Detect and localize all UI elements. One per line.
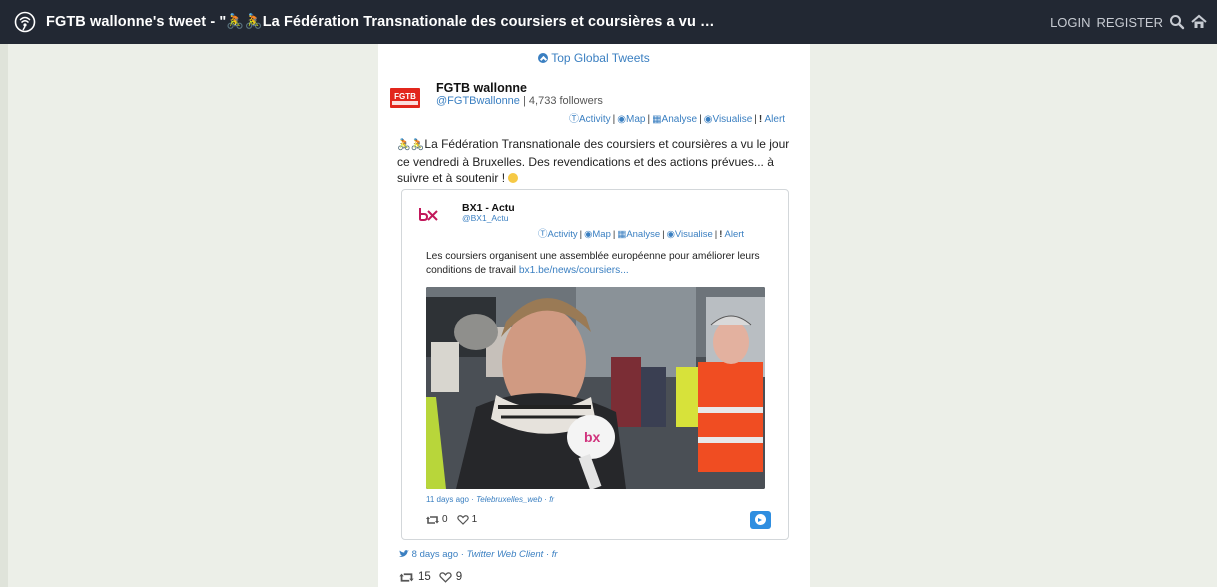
tweet-photo[interactable]: bx bbox=[426, 287, 765, 489]
quoted-lang: fr bbox=[549, 495, 555, 504]
quoted-retweet-count: 0 bbox=[442, 514, 448, 525]
quoted-actions: ⓉActivity | ◉Map | ▦Analyse | ◉Visualise |! Ale… bbox=[538, 229, 745, 240]
tweet-actions: ⓉActivity | ◉Map | ▦Analyse | ◉Visualise |! Ale… bbox=[569, 114, 786, 125]
tweet-stats: 15 9 bbox=[399, 571, 462, 583]
tweet-client[interactable]: Twitter Web Client bbox=[467, 549, 544, 560]
svg-text:FGTB: FGTB bbox=[394, 92, 416, 101]
top-nav: LOGIN REGISTER bbox=[1050, 14, 1207, 30]
activity-icon: Ⓣ bbox=[569, 114, 579, 125]
fist-emoji-icon bbox=[508, 173, 519, 183]
activity-link[interactable]: Activity bbox=[579, 114, 611, 125]
alert-icon: ! bbox=[719, 229, 723, 240]
quoted-meta: 11 days ago · Telebruxelles_web · fr bbox=[426, 495, 555, 504]
svg-text:bx: bx bbox=[584, 429, 601, 445]
author-handle-row: @FGTBwallonne | 4,733 followers bbox=[436, 95, 603, 107]
left-edge bbox=[0, 44, 8, 587]
bicycle-emoji-icon: 🚴🚴 bbox=[397, 139, 425, 151]
twitter-bird-icon bbox=[399, 550, 409, 557]
heart-icon[interactable] bbox=[439, 571, 452, 583]
top-global-tweets-label: Top Global Tweets bbox=[551, 51, 650, 65]
tweet-time[interactable]: 8 days ago bbox=[412, 549, 458, 560]
quoted-author-handle[interactable]: @BX1_Actu bbox=[462, 213, 508, 223]
circle-arrow-up-icon bbox=[538, 53, 549, 63]
alert-link[interactable]: Alert bbox=[764, 114, 785, 125]
map-icon: ◉ bbox=[617, 114, 627, 125]
page-title: FGTB wallonne's tweet - "🚴🚴La Fédération… bbox=[46, 14, 715, 30]
register-link[interactable]: REGISTER bbox=[1097, 15, 1163, 30]
table-icon: ▦ bbox=[652, 114, 662, 125]
quoted-map-link[interactable]: Map bbox=[592, 229, 610, 240]
quoted-like-count: 1 bbox=[471, 514, 478, 525]
quoted-time[interactable]: 11 days ago bbox=[426, 495, 469, 504]
quoted-activity-link[interactable]: Activity bbox=[548, 229, 578, 240]
analyse-link[interactable]: Analyse bbox=[662, 114, 698, 125]
open-quoted-button[interactable] bbox=[750, 511, 771, 529]
fgtb-avatar[interactable]: FGTB bbox=[390, 88, 420, 108]
quoted-link[interactable]: bx1.be/news/coursiers... bbox=[519, 265, 629, 276]
quoted-client[interactable]: Telebruxelles_web bbox=[476, 495, 542, 504]
top-bar: FGTB wallonne's tweet - "🚴🚴La Fédération… bbox=[0, 0, 1217, 44]
tweet-meta: 8 days ago · Twitter Web Client · fr bbox=[399, 549, 558, 560]
visualise-link[interactable]: Visualise bbox=[712, 114, 752, 125]
tweet-panel: Top Global Tweets FGTB FGTB wallonne @FG… bbox=[378, 44, 810, 587]
author-handle[interactable]: @FGTBwallonne bbox=[436, 95, 520, 107]
map-link[interactable]: Map bbox=[626, 114, 645, 125]
home-icon[interactable] bbox=[1191, 14, 1207, 30]
quoted-analyse-link[interactable]: Analyse bbox=[626, 229, 660, 240]
quoted-visualise-link[interactable]: Visualise bbox=[675, 229, 713, 240]
alert-icon: ! bbox=[758, 114, 763, 125]
author-name[interactable]: FGTB wallonne bbox=[436, 81, 527, 95]
quoted-tweet-card[interactable]: BX1 - Actu @BX1_Actu ⓉActivity | ◉Map | ▦Ana… bbox=[401, 189, 789, 540]
top-global-tweets-link[interactable]: Top Global Tweets bbox=[378, 51, 810, 65]
retweet-count: 15 bbox=[418, 571, 431, 583]
login-link[interactable]: LOGIN bbox=[1050, 15, 1090, 30]
tweet-lang: fr bbox=[551, 549, 558, 560]
search-icon[interactable] bbox=[1169, 14, 1185, 30]
quoted-alert-link[interactable]: Alert bbox=[725, 229, 745, 240]
quoted-stats: 0 1 bbox=[426, 514, 477, 525]
retweet-icon[interactable] bbox=[426, 515, 439, 525]
activity-icon: Ⓣ bbox=[538, 229, 548, 240]
table-icon: ▦ bbox=[617, 229, 627, 240]
like-count: 9 bbox=[455, 571, 463, 583]
quoted-text-block: Les coursiers organisent une assemblée e… bbox=[426, 250, 766, 278]
eye-icon: ◉ bbox=[666, 229, 675, 240]
bx1-avatar[interactable] bbox=[419, 207, 439, 221]
site-logo-icon[interactable] bbox=[14, 11, 36, 33]
heart-icon[interactable] bbox=[456, 514, 469, 525]
retweet-icon[interactable] bbox=[399, 572, 414, 583]
tweet-text-block: 🚴🚴La Fédération Transnationale des cours… bbox=[397, 136, 799, 187]
follower-count: 4,733 followers bbox=[528, 95, 603, 107]
tweet-text: La Fédération Transnationale des coursie… bbox=[397, 137, 790, 185]
